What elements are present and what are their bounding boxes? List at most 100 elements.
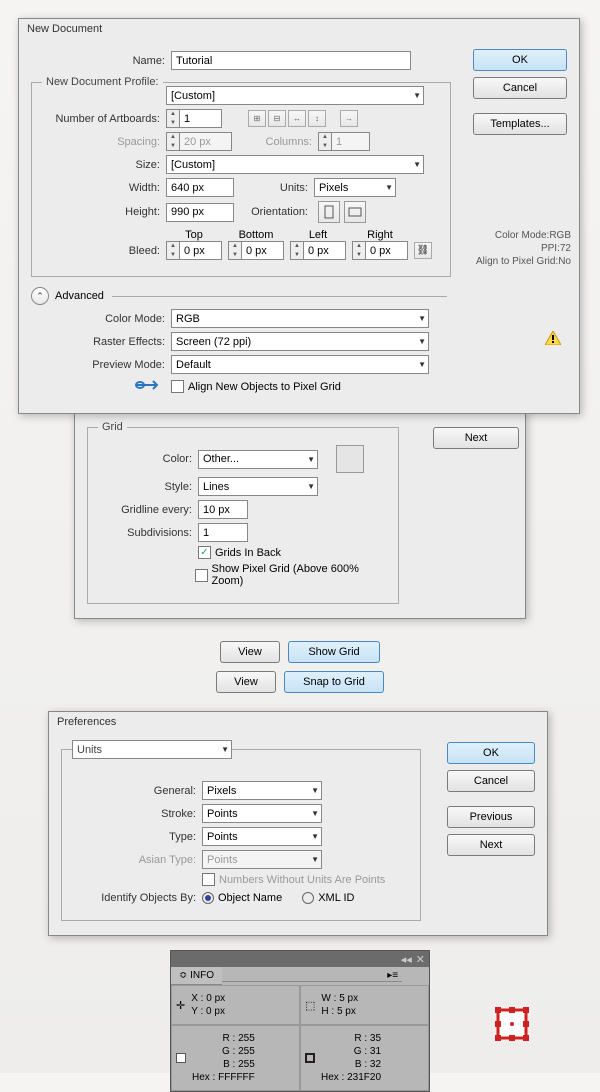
type-label: Type: (72, 831, 202, 843)
preview-dropdown[interactable]: Default▼ (171, 355, 429, 374)
colormode-label: Color Mode: (31, 313, 171, 325)
bleed-left-input[interactable] (304, 241, 346, 260)
grid-style-label: Style: (98, 481, 198, 493)
chevron-down-icon: ▼ (307, 455, 315, 464)
grid-style-dropdown[interactable]: Lines▼ (198, 477, 318, 496)
ok-button[interactable]: OK (473, 49, 567, 71)
colormode-dropdown[interactable]: RGB▼ (171, 309, 429, 328)
templates-button[interactable]: Templates... (473, 113, 567, 135)
fill-r: R : 255 (192, 1032, 255, 1045)
bleed-bottom-stepper[interactable]: ▲▼ (228, 241, 284, 260)
bleed-top-input[interactable] (180, 241, 222, 260)
name-input[interactable] (171, 51, 411, 70)
advanced-label: Advanced (55, 290, 104, 302)
artboard-arrangement-icons[interactable]: ⊞ ⊟ ↔ ↕ (248, 110, 326, 127)
crosshair-icon: ✛ (176, 999, 185, 1012)
general-dropdown[interactable]: Pixels▼ (202, 781, 322, 800)
prefs-section-dropdown[interactable]: Units ▼ (72, 740, 232, 759)
bleed-right-input[interactable] (366, 241, 408, 260)
bleed-top-stepper[interactable]: ▲▼ (166, 241, 222, 260)
panel-menu-icon[interactable]: ▸≡ (387, 970, 402, 981)
chevron-down-icon: ▼ (413, 91, 421, 100)
stroke-dropdown[interactable]: Points▼ (202, 804, 322, 823)
raster-dropdown[interactable]: Screen (72 ppi) ▼ (171, 332, 429, 351)
new-document-dialog: New Document OK Cancel Templates... Colo… (18, 18, 580, 414)
show-grid-button[interactable]: Show Grid (288, 641, 380, 663)
artwork-preview-icon (492, 1004, 532, 1044)
width-input[interactable] (166, 178, 234, 197)
raster-label: Raster Effects: (31, 336, 171, 348)
x-label: X : (191, 993, 203, 1004)
arrange-grid-row-icon[interactable]: ⊞ (248, 110, 266, 127)
snap-to-grid-button[interactable]: Snap to Grid (284, 671, 384, 693)
link-bleed-icon[interactable]: ⛓ (414, 242, 432, 259)
collapse-icon[interactable]: ◂◂ (401, 953, 412, 966)
fill-b: B : 255 (192, 1058, 255, 1071)
view-menu-button-2[interactable]: View (216, 671, 276, 693)
summary-ppi: PPI:72 (471, 242, 571, 255)
profile-dropdown[interactable]: [Custom]▼ (166, 86, 424, 105)
w-label: W : (321, 993, 336, 1004)
preferences-title: Preferences (49, 712, 547, 732)
grid-color-swatch[interactable] (336, 445, 364, 473)
arrange-rtl-icon[interactable]: → (340, 110, 358, 127)
xml-id-label: XML ID (318, 892, 354, 904)
prefs-next-button[interactable]: Next (447, 834, 535, 856)
size-dropdown[interactable]: [Custom]▼ (166, 155, 424, 174)
dialog-title: New Document (19, 19, 579, 39)
orientation-portrait-icon[interactable] (318, 201, 340, 223)
units-value: Pixels (319, 182, 348, 194)
document-summary: Color Mode:RGB PPI:72 Align to Pixel Gri… (471, 229, 571, 268)
bleed-label: Bleed: (42, 245, 166, 257)
advanced-toggle-icon[interactable]: ⌃ (31, 287, 49, 305)
general-value: Pixels (207, 785, 236, 797)
grid-color-value: Other... (203, 453, 239, 465)
asian-type-dropdown: Points▼ (202, 850, 322, 869)
object-name-radio[interactable] (202, 892, 214, 904)
units-label: Units: (234, 182, 314, 194)
artboards-stepper[interactable]: ▲▼ (166, 109, 222, 128)
orientation-landscape-icon[interactable] (344, 201, 366, 223)
x-value: 0 px (206, 993, 225, 1004)
units-dropdown[interactable]: Pixels▼ (314, 178, 396, 197)
bleed-left-stepper[interactable]: ▲▼ (290, 241, 346, 260)
type-dropdown[interactable]: Points▼ (202, 827, 322, 846)
next-button[interactable]: Next (433, 427, 519, 449)
spacing-stepper: ▲▼ (166, 132, 232, 151)
bleed-right-stepper[interactable]: ▲▼ (352, 241, 408, 260)
size-label: Size: (42, 159, 166, 171)
chevron-down-icon: ▼ (307, 482, 315, 491)
close-icon[interactable]: ✕ (416, 953, 425, 966)
cancel-button[interactable]: Cancel (473, 77, 567, 99)
subdivisions-label: Subdivisions: (98, 527, 198, 539)
subdivisions-input[interactable] (198, 523, 248, 542)
y-value: 0 px (206, 1006, 225, 1017)
xml-id-radio[interactable] (302, 892, 314, 904)
arrange-col-icon[interactable]: ↕ (308, 110, 326, 127)
bleed-left-label: Left (290, 229, 346, 241)
chevron-down-icon: ▼ (311, 855, 319, 864)
gridline-input[interactable] (198, 500, 248, 519)
raster-value: Screen (72 ppi) (176, 336, 251, 348)
artboards-input[interactable] (180, 109, 222, 128)
align-pixel-grid-checkbox[interactable] (171, 380, 184, 393)
grid-color-dropdown[interactable]: Other... ▼ (198, 450, 318, 469)
h-label: H : (321, 1006, 334, 1017)
show-pixel-grid-checkbox[interactable] (195, 569, 208, 582)
height-input[interactable] (166, 203, 234, 222)
arrange-grid-col-icon[interactable]: ⊟ (268, 110, 286, 127)
info-tab[interactable]: ≎ INFO (171, 967, 222, 985)
grids-in-back-checkbox[interactable]: ✓ (198, 546, 211, 559)
prefs-cancel-button[interactable]: Cancel (447, 770, 535, 792)
prefs-previous-button[interactable]: Previous (447, 806, 535, 828)
prefs-ok-button[interactable]: OK (447, 742, 535, 764)
arrange-row-icon[interactable]: ↔ (288, 110, 306, 127)
h-value: 5 px (337, 1006, 356, 1017)
chevron-down-icon: ▼ (418, 337, 426, 346)
width-label: Width: (42, 182, 166, 194)
align-pixel-grid-label: Align New Objects to Pixel Grid (188, 381, 341, 393)
view-menu-button[interactable]: View (220, 641, 280, 663)
bleed-bottom-input[interactable] (242, 241, 284, 260)
info-panel-bar[interactable]: ◂◂ ✕ (171, 951, 429, 967)
numbers-as-points-checkbox (202, 873, 215, 886)
